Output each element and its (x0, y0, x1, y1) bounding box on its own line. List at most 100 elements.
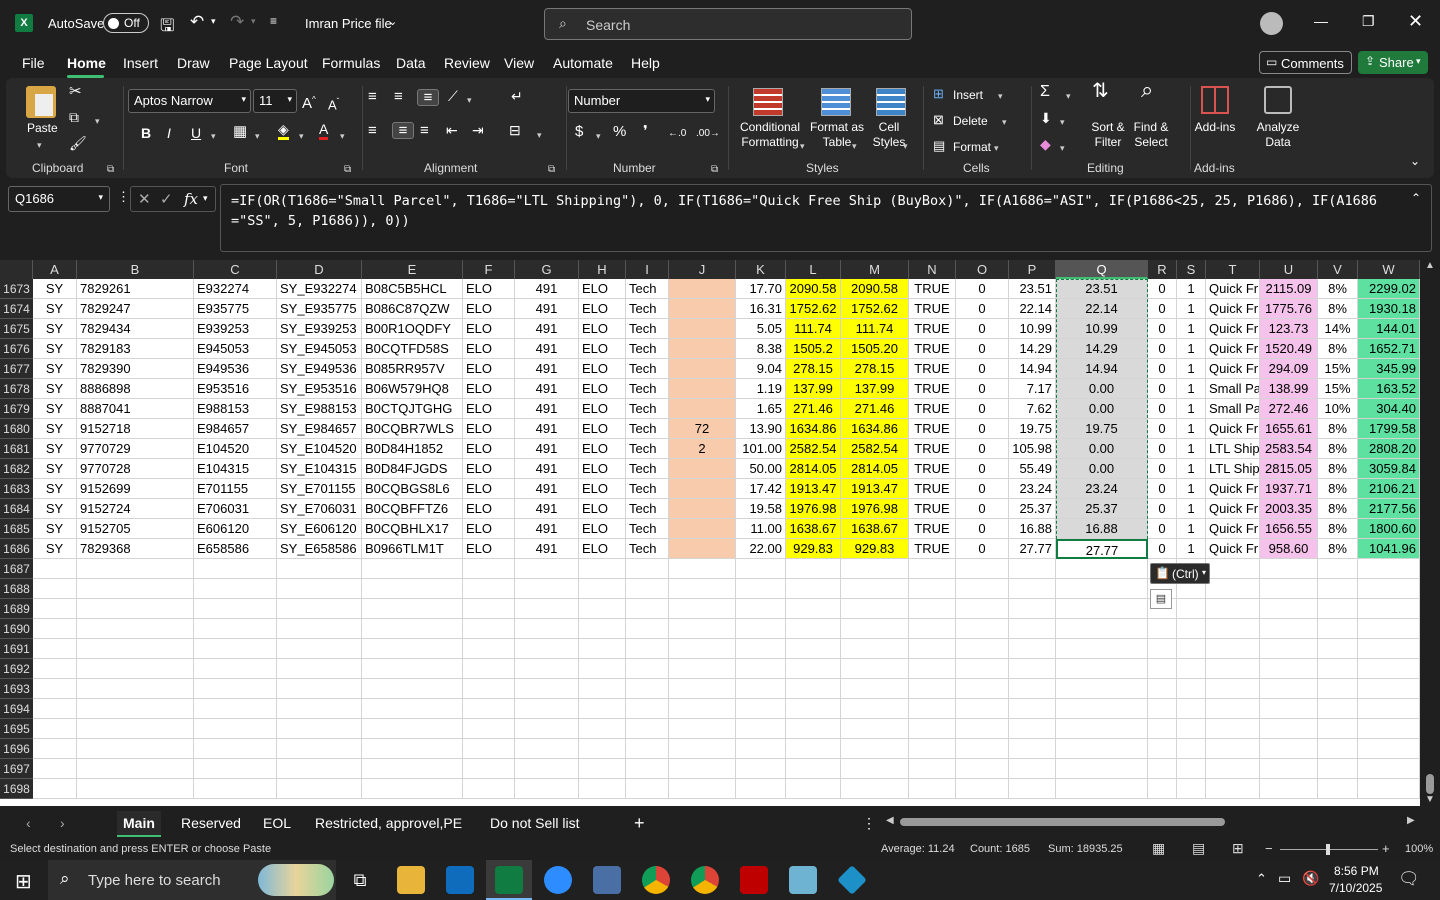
network-icon[interactable]: ▭ (1278, 870, 1291, 887)
cell-s[interactable]: 1 (1177, 419, 1206, 439)
cell-o[interactable] (956, 739, 1009, 759)
sheet-tab-do-not-sell[interactable]: Do not Sell list (484, 811, 585, 835)
cell-v[interactable]: 8% (1318, 519, 1358, 539)
save-icon[interactable]: 🖫 (160, 13, 174, 42)
cell-r[interactable] (1148, 699, 1177, 719)
zoom-in-icon[interactable]: + (1382, 841, 1390, 856)
cell-v[interactable] (1318, 639, 1358, 659)
taskbar-search[interactable]: ⌕ Type here to search (48, 860, 336, 900)
paste-options-button[interactable]: 📋 (Ctrl) ▾ (1150, 563, 1210, 584)
cell-e[interactable] (362, 599, 463, 619)
cell-l[interactable]: 271.46 (786, 399, 841, 419)
cell-q[interactable] (1056, 779, 1148, 799)
cell-d[interactable]: SY_E104315 (277, 459, 362, 479)
app-diamond-icon[interactable] (837, 865, 867, 895)
cell-a[interactable] (33, 779, 77, 799)
cell-u[interactable]: 138.99 (1260, 379, 1318, 399)
excel-taskbar-icon[interactable] (495, 866, 523, 894)
customize-qat-icon[interactable]: ≡ (270, 14, 277, 28)
cell-i[interactable] (626, 639, 669, 659)
cell-l[interactable] (786, 759, 841, 779)
cell-q[interactable]: 19.75 (1056, 419, 1148, 439)
cell-s[interactable]: 1 (1177, 539, 1206, 559)
cell-m[interactable]: 1505.20 (841, 339, 909, 359)
cell-e[interactable] (362, 679, 463, 699)
cell-s[interactable]: 1 (1177, 379, 1206, 399)
cell-i[interactable] (626, 659, 669, 679)
cell-f[interactable]: ELO (463, 279, 515, 299)
cell-n[interactable] (909, 759, 956, 779)
cell-g[interactable] (515, 659, 579, 679)
cell-m[interactable]: 278.15 (841, 359, 909, 379)
cell-t[interactable] (1206, 659, 1260, 679)
cell-i[interactable] (626, 579, 669, 599)
cell-p[interactable]: 10.99 (1009, 319, 1056, 339)
cell-a[interactable] (33, 639, 77, 659)
cell-d[interactable]: SY_E606120 (277, 519, 362, 539)
cell-b[interactable]: 9152699 (77, 479, 194, 499)
cell-l[interactable] (786, 659, 841, 679)
cell-m[interactable] (841, 779, 909, 799)
cell-m[interactable] (841, 619, 909, 639)
cell-j[interactable] (669, 739, 736, 759)
row-header[interactable]: 1677 (0, 359, 33, 379)
cell-b[interactable] (77, 699, 194, 719)
cell-u[interactable]: 1520.49 (1260, 339, 1318, 359)
cell-l[interactable] (786, 559, 841, 579)
row-header[interactable]: 1683 (0, 479, 33, 499)
cell-u[interactable]: 1655.61 (1260, 419, 1318, 439)
cell-h[interactable]: ELO (579, 339, 626, 359)
cell-f[interactable] (463, 619, 515, 639)
cell-t[interactable] (1206, 559, 1260, 579)
cell-f[interactable] (463, 639, 515, 659)
cell-e[interactable]: B00R1OQDFY (362, 319, 463, 339)
cell-b[interactable]: 7829247 (77, 299, 194, 319)
clear-dropdown-icon[interactable]: ▾ (1060, 141, 1065, 156)
cell-l[interactable]: 1634.86 (786, 419, 841, 439)
cell-p[interactable]: 23.51 (1009, 279, 1056, 299)
cell-c[interactable] (194, 679, 277, 699)
cell-q[interactable] (1056, 659, 1148, 679)
outlook-icon[interactable] (446, 866, 474, 894)
cond-fmt-dropdown-icon[interactable]: ▾ (800, 139, 805, 154)
cell-b[interactable]: 9770728 (77, 459, 194, 479)
vscroll-thumb[interactable] (1426, 774, 1434, 794)
cell-u[interactable] (1260, 679, 1318, 699)
cell-l[interactable]: 2090.58 (786, 279, 841, 299)
cell-a[interactable] (33, 719, 77, 739)
cell-m[interactable] (841, 639, 909, 659)
cell-v[interactable]: 15% (1318, 379, 1358, 399)
cell-t[interactable] (1206, 599, 1260, 619)
cell-k[interactable] (736, 719, 786, 739)
column-header-h[interactable]: H (579, 260, 626, 279)
cell-m[interactable]: 1913.47 (841, 479, 909, 499)
cell-n[interactable]: TRUE (909, 439, 956, 459)
increase-indent-icon[interactable]: ⇥ (472, 123, 484, 138)
cell-h[interactable] (579, 779, 626, 799)
zoom-level[interactable]: 100% (1405, 843, 1433, 855)
tab-draw[interactable]: Draw (177, 55, 210, 71)
cell-v[interactable] (1318, 779, 1358, 799)
column-header-g[interactable]: G (515, 260, 579, 279)
cell-p[interactable] (1009, 759, 1056, 779)
cell-m[interactable]: 111.74 (841, 319, 909, 339)
cell-s[interactable]: 1 (1177, 519, 1206, 539)
cell-w[interactable] (1358, 699, 1420, 719)
cell-u[interactable]: 1656.55 (1260, 519, 1318, 539)
cell-i[interactable]: Tech (626, 499, 669, 519)
confirm-entry-icon[interactable]: ✓ (160, 190, 173, 208)
tab-home[interactable]: Home (67, 55, 106, 71)
cell-p[interactable]: 22.14 (1009, 299, 1056, 319)
cell-g[interactable]: 491 (515, 279, 579, 299)
tab-view[interactable]: View (504, 55, 534, 71)
cell-e[interactable]: B0D84FJGDS (362, 459, 463, 479)
cell-u[interactable]: 272.46 (1260, 399, 1318, 419)
cell-v[interactable]: 8% (1318, 479, 1358, 499)
cell-c[interactable] (194, 699, 277, 719)
cell-q[interactable]: 0.00 (1056, 399, 1148, 419)
currency-icon[interactable]: $ (575, 124, 583, 139)
cell-g[interactable]: 491 (515, 439, 579, 459)
cell-i[interactable]: Tech (626, 439, 669, 459)
cell-c[interactable]: E932274 (194, 279, 277, 299)
cell-r[interactable] (1148, 779, 1177, 799)
